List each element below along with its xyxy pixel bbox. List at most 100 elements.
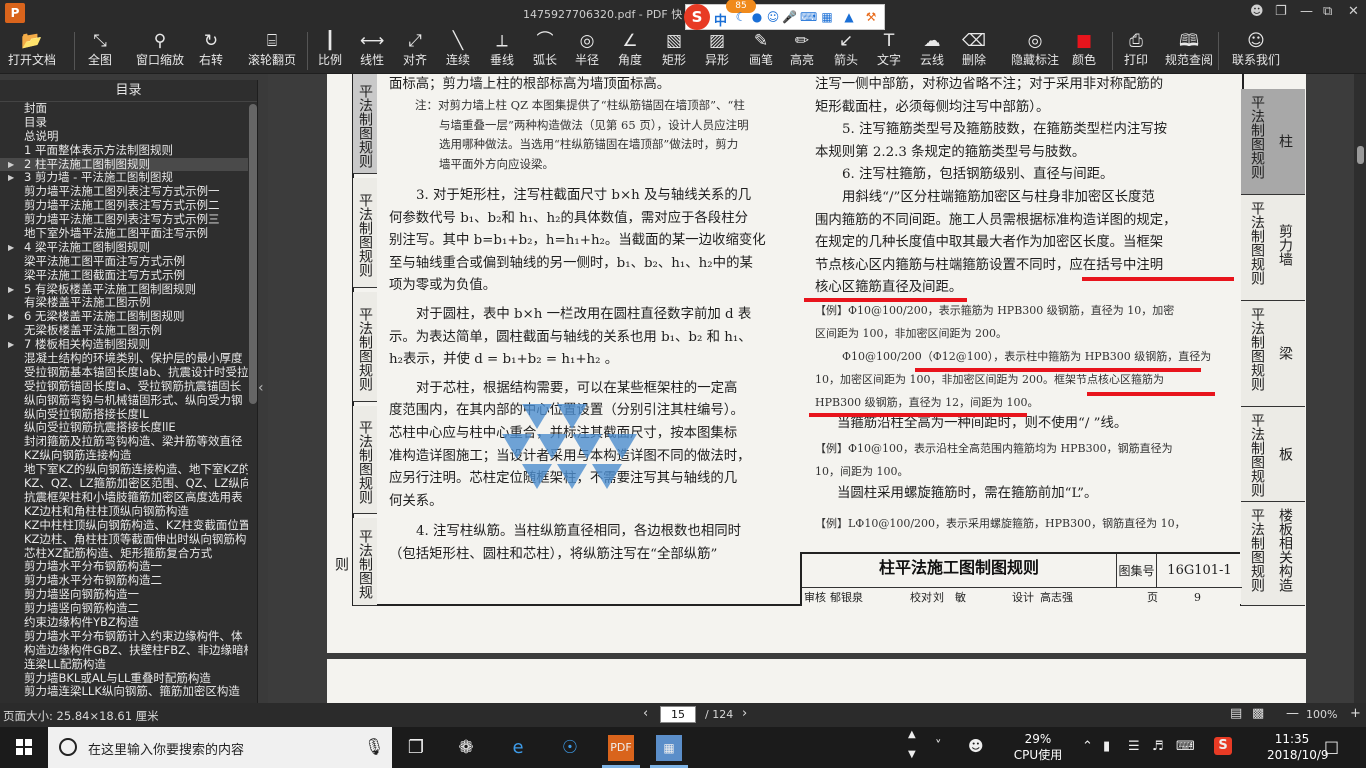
toolbar-radius-button[interactable]: ◎ 半径	[575, 30, 599, 72]
wifi-icon[interactable]: ☰	[1128, 739, 1140, 754]
toc-item[interactable]: 剪力墙平法施工图列表注写方式示例一	[0, 185, 248, 199]
document-scrollbar[interactable]	[1354, 74, 1366, 703]
toolbar-print-button[interactable]: ⎙ 打印	[1124, 30, 1148, 72]
smile-icon[interactable]: ☺	[766, 10, 780, 24]
volume-icon[interactable]: ♬	[1152, 739, 1164, 754]
toc-item[interactable]: KZ边柱和角柱柱顶纵向钢筋构造	[0, 505, 248, 519]
toolbar-linear-button[interactable]: ⟷ 线性	[360, 30, 384, 72]
toc-item[interactable]: 剪力墙竖向钢筋构造一	[0, 588, 248, 602]
ime-language[interactable]: 中	[714, 10, 727, 29]
keyboard-icon[interactable]: ⌨	[800, 10, 817, 24]
toc-item[interactable]: 剪力墙竖向钢筋构造二	[0, 602, 248, 616]
toc-item[interactable]: KZ中柱柱顶纵向钢筋构造、KZ柱变截面位置	[0, 519, 248, 533]
expand-arrow-icon[interactable]: ▶	[8, 283, 14, 297]
toc-item[interactable]: ▶ 4 梁平法施工图制图规则	[0, 241, 248, 255]
toc-item[interactable]: KZ、QZ、LZ箍筋加密区范围、QZ、LZ纵向钢	[0, 477, 248, 491]
toolbar-angle-button[interactable]: ∠ 角度	[618, 30, 642, 72]
shirt-icon[interactable]: ▲	[842, 10, 856, 24]
toc-item[interactable]: 目录	[0, 116, 248, 130]
toc-item[interactable]: 无梁板楼盖平法施工图示例	[0, 324, 248, 338]
toc-item[interactable]: 剪力墙连梁LLK纵向钢筋、箍筋加密区构造	[0, 685, 248, 699]
cpu-widget[interactable]: 29% CPU使用	[1012, 731, 1064, 763]
tray-expand-icon[interactable]: ⌃	[1082, 739, 1093, 754]
toolbar-zoomwin-button[interactable]: ⚲ 窗口缩放	[136, 30, 184, 72]
expand-arrow-icon[interactable]: ▶	[8, 241, 14, 255]
document-viewport[interactable]: 平法制图规则 平法制图规则 平法制图规则 平法制图规则 平法制图规则 平法制图规则柱平法…	[268, 74, 1354, 703]
toc-item[interactable]: 受拉钢筋基本锚固长度lab、抗震设计时受拉	[0, 366, 248, 380]
expand-arrow-icon[interactable]: ▶	[8, 310, 14, 324]
toolbar-ratio-button[interactable]: ┃ 比例	[318, 30, 342, 72]
toolbar-arc-button[interactable]: ⌒ 弧长	[533, 30, 557, 72]
toolbar-delete-button[interactable]: ⌫ 删除	[962, 30, 986, 72]
toc-item[interactable]: 构造边缘构件GBZ、扶壁柱FBZ、非边缘暗柱	[0, 644, 248, 658]
toc-item[interactable]: 剪力墙水平分布钢筋构造二	[0, 574, 248, 588]
task-view-icon[interactable]: ❐	[403, 735, 429, 761]
toolbar-align-button[interactable]: ⤢ 对齐	[403, 30, 427, 72]
pdf-app-icon[interactable]: PDF	[608, 735, 634, 761]
toc-item[interactable]: KZ边柱、角柱柱顶等截面伸出时纵向钢筋构	[0, 533, 248, 547]
single-page-icon[interactable]: ▤	[1230, 706, 1242, 721]
toolbar-continuous-button[interactable]: ╲ 连续	[446, 30, 470, 72]
expand-arrow-icon[interactable]: ▶	[8, 171, 14, 185]
toc-item[interactable]: 地下室KZ的纵向钢筋连接构造、地下室KZ的	[0, 463, 248, 477]
page-number-input[interactable]: 15	[660, 706, 696, 723]
toc-item[interactable]: 梁平法施工图平面注写方式示例	[0, 255, 248, 269]
toc-item[interactable]: 约束边缘构件YBZ构造	[0, 616, 248, 630]
microphone-icon[interactable]: 🎙	[364, 737, 384, 756]
toc-scrollbar[interactable]	[249, 104, 257, 404]
viewer-app-icon[interactable]: ▦	[656, 735, 682, 761]
toolbar-scroll-button[interactable]: ⌸ 滚轮翻页	[248, 30, 296, 72]
toc-item[interactable]: 抗震框架柱和小墙肢箍筋加密区高度选用表	[0, 491, 248, 505]
toc-item[interactable]: 纵向受拉钢筋抗震搭接长度llE	[0, 421, 248, 435]
toc-item[interactable]: 1 平面整体表示方法制图规则	[0, 144, 248, 158]
sogou-tray-icon[interactable]: S	[1214, 737, 1232, 755]
toc-item[interactable]: 芯柱XZ配筋构造、矩形箍筋复合方式	[0, 547, 248, 561]
toc-item[interactable]: 连梁LL配筋构造	[0, 658, 248, 672]
toolbar-cloud-button[interactable]: ☁ 云线	[920, 30, 944, 72]
scroll-thumb[interactable]	[1357, 146, 1364, 164]
toc-item[interactable]: 剪力墙水平分布钢筋计入约束边缘构件、体	[0, 630, 248, 644]
toolbar-text-button[interactable]: T 文字	[877, 30, 901, 72]
toolbar-arrow-button[interactable]: ↙ 箭头	[834, 30, 858, 72]
sogou-logo[interactable]: S	[684, 4, 710, 30]
toc-item[interactable]: 纵向钢筋弯钩与机械锚固形式、纵向受力钢	[0, 394, 248, 408]
toolbar-hide-button[interactable]: ◎ 隐藏标注	[1011, 30, 1059, 72]
toc-item[interactable]: ▶ 6 无梁楼盖平法施工图制图规则	[0, 310, 248, 324]
toolbar-shape-button[interactable]: ▨ 异形	[705, 30, 729, 72]
zoom-out-icon[interactable]: —	[1286, 706, 1299, 721]
browser-icon[interactable]: ☉	[557, 735, 583, 761]
toc-list[interactable]: 封面 目录 总说明 1 平面整体表示方法制图规则 ▶ 2 柱平法施工图制图规则 ▶ 3 剪力墙…	[0, 102, 248, 702]
toolbar-color-button[interactable]: ■ 颜色	[1072, 30, 1096, 72]
zoom-level[interactable]: 100%	[1306, 708, 1337, 721]
toc-item[interactable]: 梁平法施工图截面注写方式示例	[0, 269, 248, 283]
people-icon[interactable]: ☻	[968, 737, 984, 755]
grid-icon[interactable]: ▦	[820, 10, 834, 24]
moon-icon[interactable]: ☾	[734, 10, 748, 24]
prev-page-icon[interactable]: ‹	[643, 706, 648, 721]
toc-item[interactable]: 地下室外墙平法施工图平面注写示例	[0, 227, 248, 241]
windows-start-icon[interactable]	[0, 727, 48, 768]
collapse-sidebar-icon[interactable]: ‹	[258, 380, 268, 400]
app-fan-icon[interactable]: ❁	[453, 735, 479, 761]
toc-item[interactable]: ▶ 3 剪力墙 - 平法施工图制图规	[0, 171, 248, 185]
ie-browser-icon[interactable]: e	[505, 735, 531, 761]
toc-item[interactable]: 剪力墙水平分布钢筋构造一	[0, 560, 248, 574]
toc-item[interactable]: ▶ 7 楼板相关构造制图规则	[0, 338, 248, 352]
clock[interactable]: 11:35 2018/10/9	[1267, 731, 1329, 763]
toc-item[interactable]: 封面	[0, 102, 248, 116]
toolbar-brush-button[interactable]: ✎ 画笔	[749, 30, 773, 72]
toc-item[interactable]: KZ纵向钢筋连接构造	[0, 449, 248, 463]
wrench-icon[interactable]: ⚒	[864, 10, 878, 24]
ime-toolbar[interactable]: S 85 中 ☾ ● ☺ 🎤 ⌨ ▦ ▲ ⚒	[684, 0, 885, 30]
mic-icon[interactable]: 🎤	[782, 10, 797, 24]
battery-icon[interactable]: ▮	[1103, 739, 1110, 754]
toolbar-fullview-button[interactable]: ⤡ 全图	[88, 30, 112, 72]
toolbar-perpendicular-button[interactable]: ⟂ 垂线	[490, 30, 514, 72]
toolbar-contact-button[interactable]: ☺ 联系我们	[1232, 30, 1280, 72]
tray-chevron-icon[interactable]: ˅	[935, 739, 942, 754]
toc-item[interactable]: 纵向受拉钢筋搭接长度lL	[0, 408, 248, 422]
toc-item[interactable]: 受拉钢筋锚固长度la、受拉钢筋抗震锚固长	[0, 380, 248, 394]
person-icon[interactable]: ☻	[1250, 4, 1264, 19]
restore-icon[interactable]: ❐	[1275, 4, 1287, 19]
expand-arrow-icon[interactable]: ▶	[8, 338, 14, 352]
